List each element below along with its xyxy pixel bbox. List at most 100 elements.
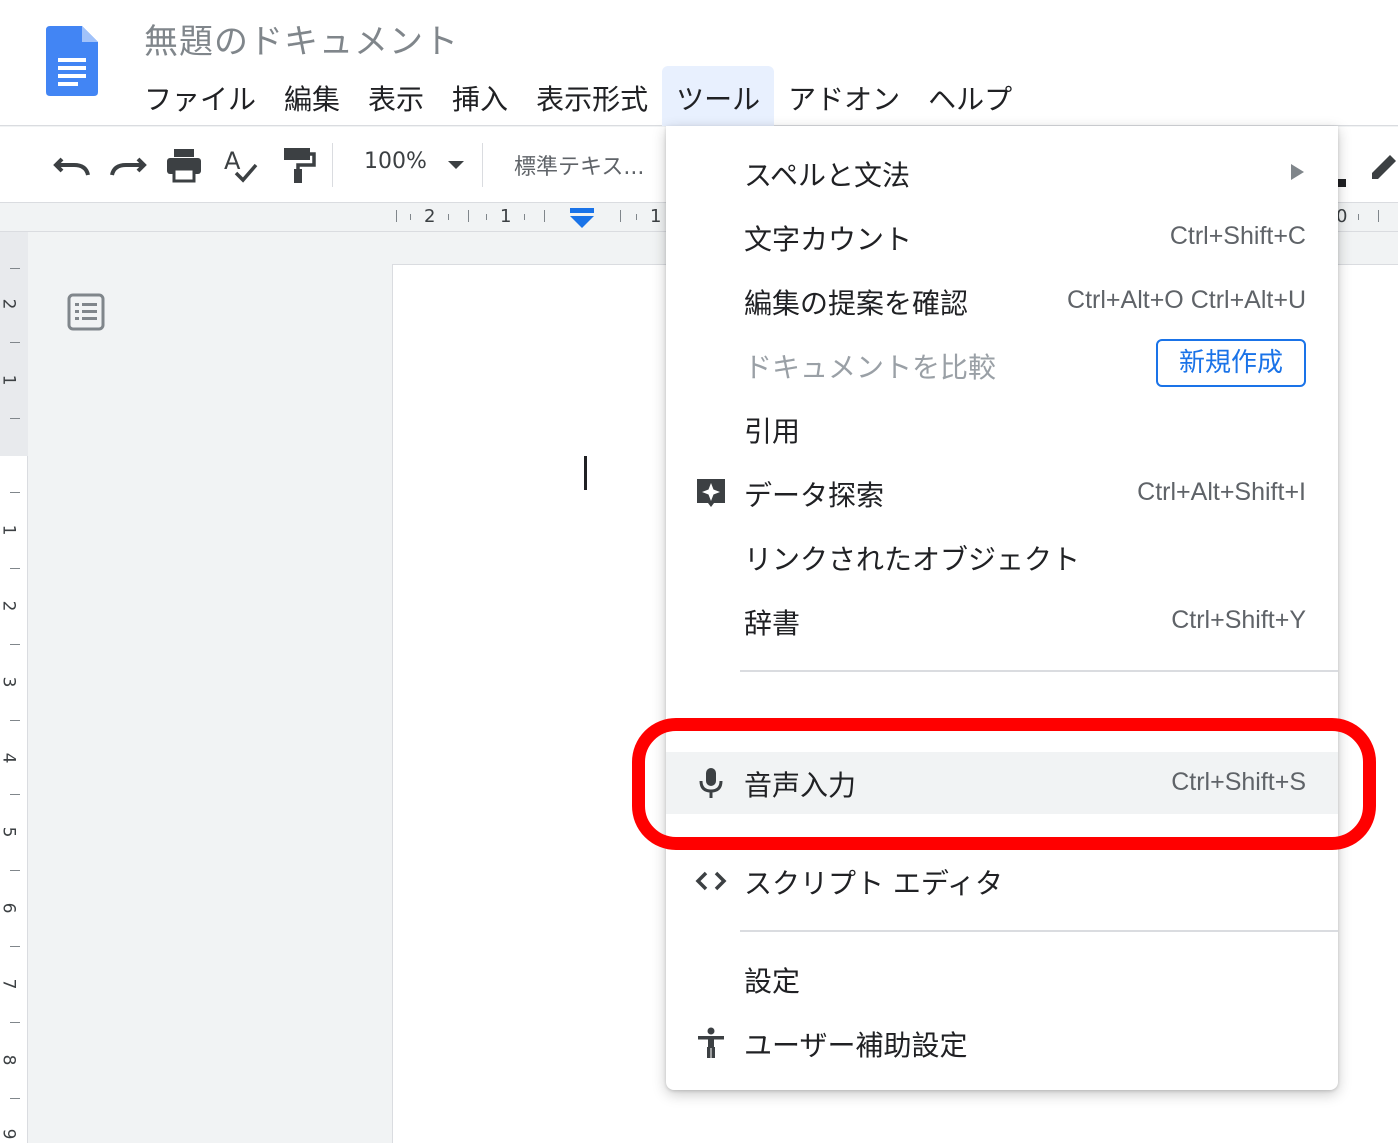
toolbar-separator [332, 143, 333, 187]
pencil-edit-icon[interactable] [1364, 145, 1398, 185]
menu-item-label: 編集の提案を確認 [744, 287, 969, 320]
undo-icon[interactable] [52, 145, 92, 185]
ruler-label: 3 [0, 676, 19, 688]
ruler-label: 2 [0, 298, 19, 310]
ruler-margin-area [0, 232, 28, 456]
ruler-label: 1 [650, 206, 662, 227]
menu-separator [740, 930, 1338, 932]
menu-format[interactable]: 表示形式 [522, 66, 662, 126]
menu-item-shortcut: Ctrl+Alt+Shift+I [1137, 478, 1306, 506]
menu-separator [740, 670, 1338, 672]
vertical-ruler[interactable]: 2 1 1 2 3 4 5 6 7 8 9 [0, 232, 28, 1143]
document-title[interactable]: 無題のドキュメント [144, 14, 459, 63]
menu-item-dictionary[interactable]: 辞書 Ctrl+Shift+Y [666, 590, 1338, 652]
ruler-tick [1378, 210, 1379, 222]
chevron-down-icon[interactable] [446, 159, 466, 171]
accessibility-icon [698, 1027, 724, 1058]
ruler-tick [448, 214, 449, 220]
menu-item-word-count[interactable]: 文字カウント Ctrl+Shift+C [666, 206, 1338, 268]
ruler-label: 4 [0, 752, 19, 764]
ruler-label: 2 [0, 600, 19, 612]
ruler-tick [10, 1022, 20, 1023]
menu-item-label: 辞書 [744, 607, 801, 640]
menu-item-label: ユーザー補助設定 [744, 1029, 968, 1062]
ruler-tick [468, 210, 469, 222]
ruler-tick [544, 210, 545, 222]
ruler-tick [1358, 214, 1359, 220]
menu-item-shortcut: Ctrl+Shift+C [1169, 222, 1306, 250]
toolbar-separator [482, 143, 483, 187]
menu-item-spelling-grammar[interactable]: スペルと文法 [666, 142, 1338, 204]
submenu-arrow-icon [1291, 164, 1304, 180]
ruler-tick [10, 268, 20, 269]
menu-item-label: データ探索 [744, 479, 885, 512]
ruler-label: 6 [0, 902, 19, 914]
menu-item-linked-objects[interactable]: リンクされたオブジェクト [666, 526, 1338, 588]
tools-menu: スペルと文法 文字カウント Ctrl+Shift+C 編集の提案を確認 Ctrl… [666, 126, 1338, 1090]
ruler-tick [10, 418, 20, 419]
docs-window: 無題のドキュメント ファイル 編集 表示 挿入 表示形式 ツール アドオン ヘル… [0, 0, 1398, 1143]
menu-item-citations[interactable]: 引用 [666, 398, 1338, 460]
ruler-tick [10, 946, 20, 947]
ruler-label: 5 [0, 826, 19, 838]
menu-item-shortcut: Ctrl+Shift+Y [1171, 606, 1306, 634]
menu-item-script-editor[interactable]: スクリプト エディタ [666, 850, 1338, 912]
paint-format-icon[interactable] [278, 145, 318, 185]
menu-help[interactable]: ヘルプ [914, 66, 1026, 126]
ruler-tick [410, 214, 411, 220]
menu-item-compare-documents: ドキュメントを比較 新規作成 [666, 334, 1338, 396]
menu-item-label: 設定 [744, 965, 801, 998]
menu-item-review-suggestions[interactable]: 編集の提案を確認 Ctrl+Alt+O Ctrl+Alt+U [666, 270, 1338, 332]
zoom-select[interactable]: 100% [364, 149, 427, 174]
ruler-label: 9 [0, 1128, 19, 1140]
ruler-tick [10, 720, 20, 721]
ruler-tick [10, 870, 20, 871]
redo-icon[interactable] [108, 145, 148, 185]
ruler-tick [10, 794, 20, 795]
ruler-tick [10, 492, 20, 493]
menu-tools[interactable]: ツール [662, 66, 775, 126]
menu-item-label: スペルと文法 [744, 159, 911, 192]
ruler-tick [396, 210, 397, 222]
explore-icon [697, 479, 725, 507]
ruler-tick [524, 214, 525, 220]
paragraph-style-select[interactable]: 標準テキス... [514, 149, 644, 181]
ruler-tick [486, 214, 487, 220]
ruler-tick [620, 210, 621, 222]
new-badge-button[interactable]: 新規作成 [1156, 339, 1306, 387]
ruler-tick [10, 568, 20, 569]
app-header: 無題のドキュメント ファイル 編集 表示 挿入 表示形式 ツール アドオン ヘル… [0, 0, 1398, 126]
highlight-annotation-ring [632, 718, 1376, 850]
menu-addons[interactable]: アドオン [774, 66, 914, 126]
ruler-label: 1 [0, 374, 19, 386]
document-outline-icon[interactable] [66, 292, 106, 332]
menu-item-label: 文字カウント [744, 223, 913, 256]
menu-edit[interactable]: 編集 [270, 66, 354, 126]
menu-view[interactable]: 表示 [354, 66, 438, 126]
ruler-tick [636, 214, 637, 220]
ruler-tick [10, 644, 20, 645]
menu-item-label: スクリプト エディタ [744, 867, 1003, 900]
ruler-tick [10, 342, 20, 343]
code-icon [695, 871, 727, 891]
menu-item-explore[interactable]: データ探索 Ctrl+Alt+Shift+I [666, 462, 1338, 524]
indent-marker-icon[interactable] [568, 208, 596, 230]
print-icon[interactable] [164, 145, 204, 185]
ruler-tick [10, 1098, 20, 1099]
menu-insert[interactable]: 挿入 [438, 66, 522, 126]
menu-file[interactable]: ファイル [130, 66, 270, 126]
menu-item-label: 引用 [744, 415, 801, 448]
ruler-label: 1 [500, 206, 512, 227]
menu-item-preferences[interactable]: 設定 [666, 948, 1338, 1010]
menu-bar: ファイル 編集 表示 挿入 表示形式 ツール アドオン ヘルプ [130, 66, 1026, 126]
menu-item-shortcut: Ctrl+Alt+O Ctrl+Alt+U [1067, 286, 1306, 314]
docs-logo-icon[interactable] [46, 26, 98, 96]
menu-item-accessibility[interactable]: ユーザー補助設定 [666, 1012, 1338, 1074]
menu-item-label: ドキュメントを比較 [744, 351, 997, 384]
svg-text:A: A [224, 147, 241, 175]
ruler-label: 2 [424, 206, 436, 227]
menu-item-label: リンクされたオブジェクト [744, 543, 1081, 576]
spellcheck-icon[interactable]: A [220, 145, 260, 185]
ruler-label: 7 [0, 978, 19, 990]
ruler-label: 8 [0, 1054, 19, 1066]
